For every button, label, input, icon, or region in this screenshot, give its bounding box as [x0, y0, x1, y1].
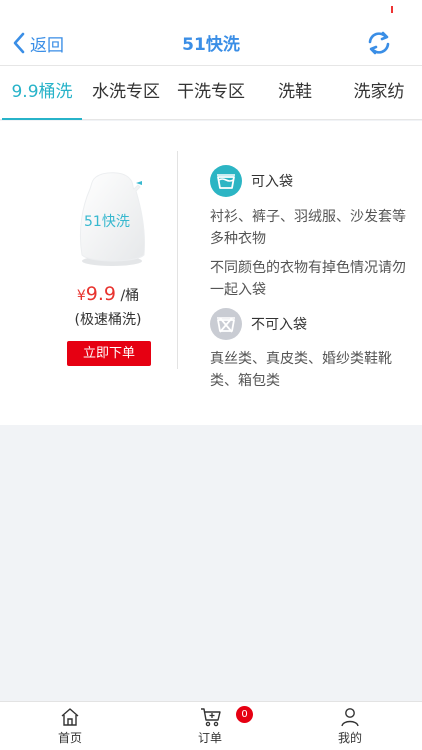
tab-water-wash[interactable]: 水洗专区	[84, 66, 168, 118]
tab-home-textile[interactable]: 洗家纺	[336, 66, 422, 118]
product-card: 51快洗 ¥9.9 /桶 (极速桶洗) 立即下单 可入袋 衬衫、裤子、羽绒服、沙…	[0, 121, 422, 425]
allowed-items-text: 衬衫、裤子、羽绒服、沙发套等多种衣物	[210, 209, 406, 247]
allowed-title: 可入袋	[251, 174, 293, 190]
order-now-button[interactable]: 立即下单	[67, 341, 151, 366]
not-washable-icon	[210, 308, 242, 340]
top-bar: 返回 51快洗	[0, 0, 422, 66]
tab-bucket-wash[interactable]: 9.9桶洗	[0, 66, 84, 120]
washable-bag-icon	[210, 165, 242, 197]
price-unit: /桶	[120, 288, 140, 304]
not-allowed-items-text: 真丝类、真皮类、婚纱类鞋靴类、箱包类	[210, 351, 392, 389]
status-indicator	[391, 6, 393, 13]
page-title: 51快洗	[182, 35, 240, 55]
product-subtitle: (极速桶洗)	[74, 312, 142, 328]
nav-orders-label: 订单	[197, 731, 222, 745]
category-tabs: 9.9桶洗 水洗专区 干洗专区 洗鞋 洗家纺	[0, 66, 422, 120]
refresh-icon	[368, 31, 390, 55]
home-icon	[61, 708, 79, 726]
nav-home[interactable]: 首页	[30, 702, 110, 750]
tab-shoe-wash[interactable]: 洗鞋	[254, 66, 336, 118]
not-allowed-title: 不可入袋	[251, 317, 307, 333]
cart-icon	[201, 708, 221, 727]
bottom-nav: 首页 订单 我的	[0, 701, 422, 750]
cart-count-badge: 0	[236, 706, 253, 723]
nav-home-label: 首页	[57, 731, 82, 745]
tab-dry-clean[interactable]: 干洗专区	[168, 66, 254, 118]
price-value: 9.9	[85, 283, 116, 305]
vertical-divider	[177, 151, 178, 369]
user-icon	[341, 708, 359, 727]
price: ¥9.9 /桶	[0, 283, 216, 305]
refresh-button[interactable]	[364, 28, 394, 58]
allowed-warning-text: 不同颜色的衣物有掉色情况请勿一起入袋	[210, 260, 406, 298]
bag-logo-text: 51快洗	[84, 214, 130, 230]
currency-symbol: ¥	[76, 288, 86, 304]
nav-profile[interactable]: 我的	[310, 702, 390, 750]
nav-profile-label: 我的	[337, 731, 362, 745]
